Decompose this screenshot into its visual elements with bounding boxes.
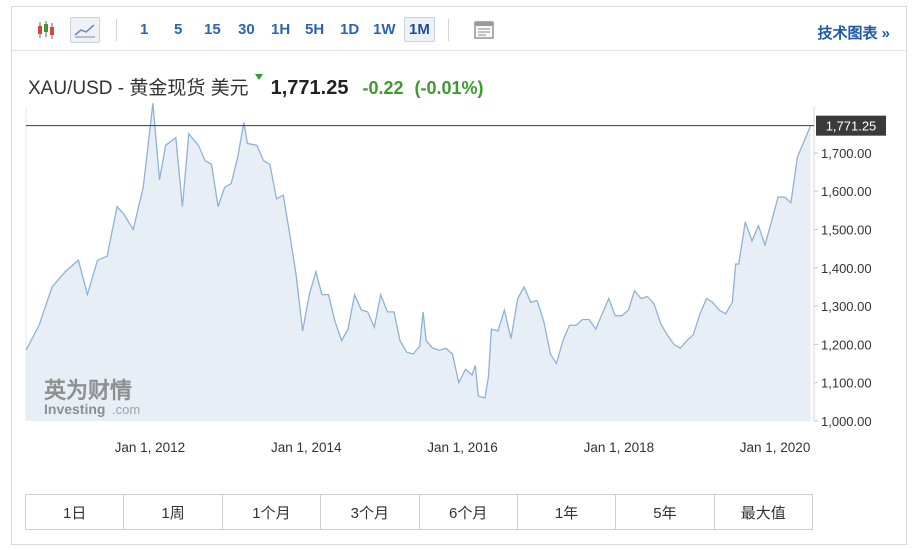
range-1-month[interactable]: 1个月 <box>223 495 322 529</box>
y-tick-label: 1,700.00 <box>821 146 872 161</box>
y-tick-label: 1,500.00 <box>821 223 872 238</box>
watermark-suffix: .com <box>112 402 140 417</box>
price-chart[interactable]: 1,000.00 1,100.00 1,200.00 1,300.00 1,400.00… <box>12 7 906 487</box>
range-1-year[interactable]: 1年 <box>518 495 617 529</box>
y-tick-label: 1,600.00 <box>821 184 872 199</box>
x-tick-label: Jan 1, 2012 <box>115 440 186 455</box>
x-tick-label: Jan 1, 2014 <box>271 440 342 455</box>
y-tick-label: 1,000.00 <box>821 414 872 429</box>
x-tick-label: Jan 1, 2020 <box>740 440 811 455</box>
watermark-text: Investing <box>44 401 105 417</box>
price-area-fill <box>26 103 811 421</box>
time-range-selector: 1日 1周 1个月 3个月 6个月 1年 5年 最大值 <box>25 494 813 530</box>
y-tick-label: 1,300.00 <box>821 299 872 314</box>
y-tick-label: 1,100.00 <box>821 376 872 391</box>
x-tick-label: Jan 1, 2016 <box>427 440 498 455</box>
x-tick-label: Jan 1, 2018 <box>584 440 655 455</box>
range-5-years[interactable]: 5年 <box>616 495 715 529</box>
y-tick-label: 1,400.00 <box>821 261 872 276</box>
chart-widget: 1 5 15 30 1H 5H 1D 1W 1M 技术图表 » XAU/USD … <box>11 6 907 545</box>
current-price-label: 1,771.25 <box>826 119 877 134</box>
range-3-months[interactable]: 3个月 <box>321 495 420 529</box>
range-max[interactable]: 最大值 <box>715 495 812 529</box>
y-tick-label: 1,200.00 <box>821 337 872 352</box>
range-6-months[interactable]: 6个月 <box>420 495 518 529</box>
range-1-day[interactable]: 1日 <box>26 495 125 529</box>
range-1-week[interactable]: 1周 <box>124 495 223 529</box>
